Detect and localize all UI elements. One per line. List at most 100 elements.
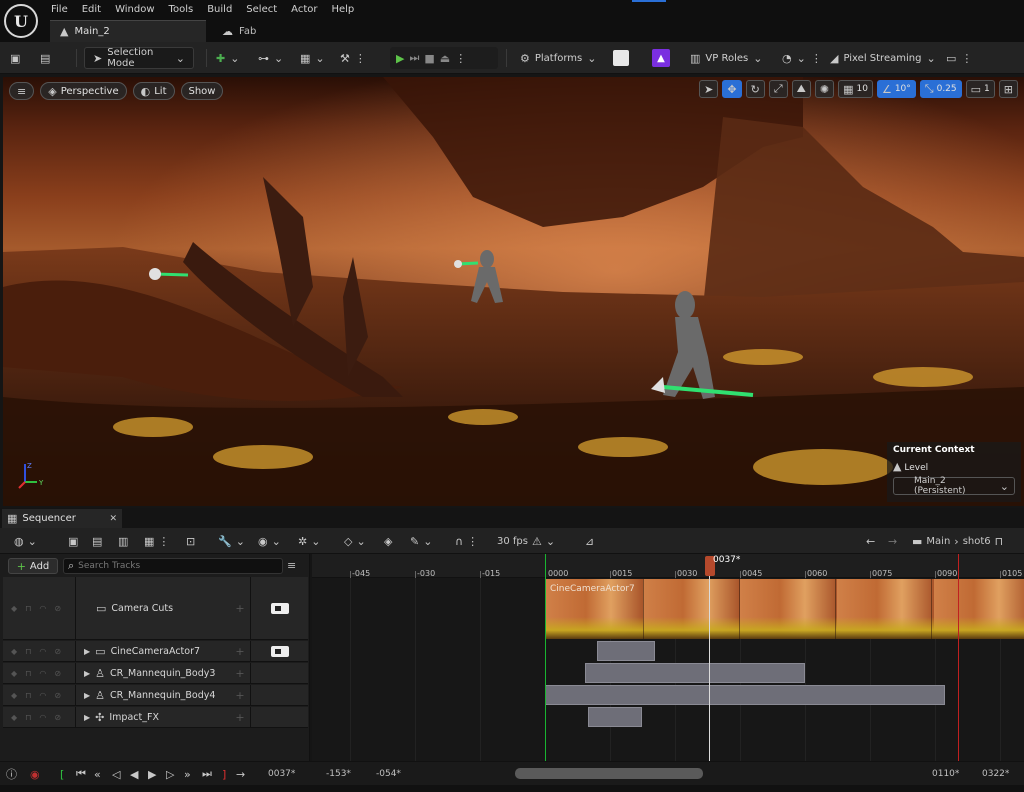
section-bar-cine-camera[interactable]	[597, 641, 655, 661]
rotation-snap-button[interactable]: ∠ 10°	[876, 80, 916, 98]
eject-icon[interactable]: ⏏	[440, 52, 450, 65]
layout-button[interactable]: ⊞	[998, 80, 1018, 98]
step-back-button[interactable]: ◁	[112, 766, 120, 782]
add-section-button[interactable]: +	[230, 667, 250, 680]
track-row-camera-cuts[interactable]: ◆ ⊓ ◠ ⊘ ▭ Camera Cuts +	[3, 577, 308, 640]
content-browser-button[interactable]: ▤	[40, 47, 50, 69]
stop-icon[interactable]: ■	[424, 52, 434, 65]
tab-main-2[interactable]: ▲ Main_2	[50, 20, 206, 42]
perspective-button[interactable]: ◈ Perspective	[40, 82, 127, 100]
section-bar-impact-fx[interactable]	[588, 707, 642, 727]
surface-snap-button[interactable]: ✺	[814, 80, 835, 98]
add-section-button[interactable]: +	[230, 711, 250, 724]
coordinate-space-button[interactable]: ⛰	[791, 80, 811, 98]
loop-button[interactable]: →	[236, 766, 245, 782]
expand-arrow-icon[interactable]: ▶	[84, 691, 90, 700]
timeline-scrollbar[interactable]	[515, 768, 703, 779]
show-button[interactable]: Show	[180, 82, 224, 100]
tab-fab[interactable]: ☁ Fab	[212, 20, 266, 42]
playback-end-marker[interactable]	[958, 554, 959, 761]
scale-snap-button[interactable]: ⤡ 0.25	[919, 80, 962, 98]
vp-roles-dropdown[interactable]: ▥ VP Roles ⌄	[690, 47, 762, 69]
add-actor-button[interactable]: ✚ ⌄	[216, 47, 239, 69]
settings-button[interactable]: ▭ ⋮	[946, 47, 972, 69]
play-icon[interactable]: ▶	[396, 52, 404, 65]
back-button[interactable]: ←	[866, 532, 875, 550]
menu-tools[interactable]: Tools	[162, 2, 201, 18]
auto-key-button[interactable]: ◈	[384, 532, 392, 550]
step-icon[interactable]: ⏭	[409, 51, 419, 65]
track-controls[interactable]: ◆ ⊓ ◠ ⊘	[3, 604, 75, 613]
track-controls[interactable]: ◆ ⊓ ◠ ⊘	[3, 669, 75, 678]
level-viewport[interactable]: ≡ ◈ Perspective ◐ Lit Show ➤ ✥ ↻ ⤢ ⛰ ✺ ▦ 10…	[3, 77, 1024, 506]
modes-button[interactable]: ⚒ ⋮	[340, 47, 366, 69]
menu-select[interactable]: Select	[239, 2, 284, 18]
render-movie-button[interactable]: ▥	[118, 532, 128, 550]
pixel-streaming-dropdown[interactable]: ◢ Pixel Streaming ⌄	[830, 47, 936, 69]
track-controls[interactable]: ◆ ⊓ ◠ ⊘	[3, 713, 75, 722]
section-bar-mannequin-body4[interactable]	[545, 685, 945, 705]
menu-build[interactable]: Build	[200, 2, 239, 18]
record-button[interactable]: ◉	[30, 766, 40, 782]
step-forward-button[interactable]: ▷	[166, 766, 174, 782]
expand-arrow-icon[interactable]: ▶	[84, 647, 90, 656]
selection-mode-dropdown[interactable]: ➤ Selection Mode ⌄	[84, 47, 194, 69]
add-track-button[interactable]: + Add	[8, 558, 58, 574]
time-ruler[interactable]: -045 -030 -015 0000 0015 0030 0045 0060 …	[312, 554, 1024, 578]
camera-lock-toggle[interactable]	[250, 577, 308, 639]
key-button[interactable]: ◇ ⌄	[344, 532, 366, 550]
curve-editor-button[interactable]: ⊿	[585, 532, 594, 550]
blueprint-button[interactable]: ⊶ ⌄	[258, 47, 283, 69]
search-tracks-input[interactable]: ⌕ Search Tracks	[63, 558, 283, 574]
performance-button[interactable]: ◔ ⌄ ⋮	[782, 47, 822, 69]
view-start-field[interactable]: -153*	[326, 766, 351, 782]
more-icon[interactable]: ⋮	[455, 52, 466, 65]
vp-utilities-button[interactable]: ▲	[652, 47, 670, 69]
add-section-button[interactable]: +	[230, 645, 250, 658]
close-icon[interactable]: ✕	[109, 514, 117, 524]
breadcrumb-shot6[interactable]: shot6	[963, 536, 991, 547]
next-key-button[interactable]: »	[184, 766, 191, 782]
track-row-mannequin-body3[interactable]: ◆ ⊓ ◠ ⊘ ▶ ♙ CR_Mannequin_Body3 +	[3, 663, 308, 684]
unreal-logo[interactable]: U	[4, 4, 38, 38]
save-sequence-button[interactable]: ▣	[68, 532, 78, 550]
track-controls[interactable]: ◆ ⊓ ◠ ⊘	[3, 691, 75, 700]
add-section-button[interactable]: +	[230, 689, 250, 702]
expand-arrow-icon[interactable]: ▶	[84, 669, 90, 678]
play-reverse-button[interactable]: ◀	[130, 766, 138, 782]
set-start-button[interactable]: [	[60, 766, 64, 782]
view-max-field[interactable]: 0322*	[982, 766, 1009, 782]
actions-button[interactable]: ✲ ⌄	[298, 532, 320, 550]
expand-arrow-icon[interactable]: ▶	[84, 713, 90, 722]
menu-help[interactable]: Help	[324, 2, 361, 18]
translate-tool-button[interactable]: ✥	[722, 80, 742, 98]
view-options-button[interactable]: ◉ ⌄	[258, 532, 281, 550]
fps-dropdown[interactable]: 30 fps ⚠ ⌄	[497, 532, 555, 550]
jump-to-end-button[interactable]: ⏭	[202, 766, 212, 782]
previous-key-button[interactable]: «	[94, 766, 101, 782]
snap-button[interactable]: ∩ ⋮	[455, 532, 478, 550]
set-end-button[interactable]: ]	[222, 766, 226, 782]
world-button[interactable]: ◍ ⌄	[14, 532, 37, 550]
playback-start-marker[interactable]	[545, 554, 546, 761]
playhead-line[interactable]	[709, 576, 710, 761]
lit-button[interactable]: ◐ Lit	[132, 82, 175, 100]
play-button[interactable]: ▶	[148, 766, 156, 782]
camera-cut-section[interactable]: CineCameraActor7	[546, 579, 1024, 639]
info-button[interactable]: ⓘ	[6, 766, 17, 782]
tab-sequencer[interactable]: ▦ Sequencer ✕	[2, 509, 122, 528]
grid-snap-button[interactable]: ▦ 10	[838, 80, 873, 98]
play-end-field[interactable]: 0110*	[932, 766, 959, 782]
track-row-impact-fx[interactable]: ◆ ⊓ ◠ ⊘ ▶ ✣ Impact_FX +	[3, 707, 308, 728]
platforms-dropdown[interactable]: ⚙ Platforms ⌄	[520, 47, 596, 69]
sequencer-timeline[interactable]: -045 -030 -015 0000 0015 0030 0045 0060 …	[312, 554, 1024, 761]
viewport-menu-button[interactable]: ≡	[9, 82, 35, 100]
section-bar-mannequin-body3[interactable]	[585, 663, 805, 683]
tools-button[interactable]: 🔧 ⌄	[218, 532, 245, 550]
context-level-select[interactable]: Main_2 (Persistent) ⌄	[893, 476, 1015, 496]
vp-swatch-button[interactable]	[613, 47, 629, 69]
forward-button[interactable]: →	[888, 532, 897, 550]
breadcrumb-main[interactable]: Main	[926, 536, 950, 547]
clapper-button[interactable]: ▦ ⋮	[144, 532, 169, 550]
filter-icon[interactable]: ≡	[287, 559, 296, 572]
